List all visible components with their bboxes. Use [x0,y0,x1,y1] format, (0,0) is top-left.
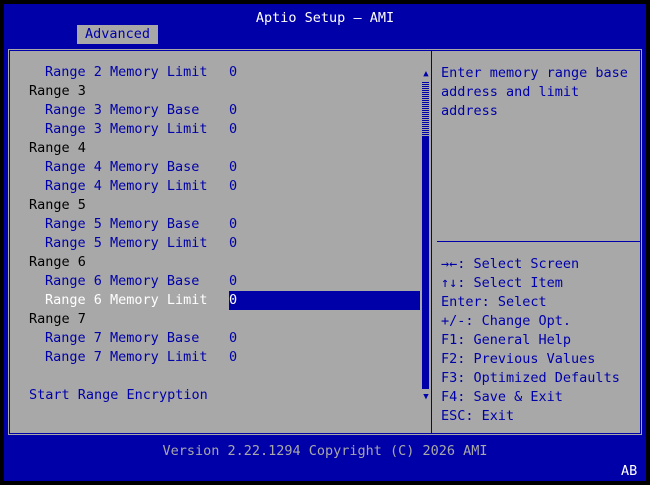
key-hint: F3: Optimized Defaults [441,369,641,388]
section-label: Range 5 [29,197,86,213]
setting-label: Range 2 Memory Limit [45,64,208,80]
section-heading: Range 5 [8,196,428,215]
setting-value[interactable]: 0 [229,272,237,291]
section-label: Range 6 [29,254,86,270]
setting-value[interactable]: 0 [229,120,237,139]
setting-label: Range 7 Memory Base [45,330,200,346]
key-description: : General Help [457,332,572,348]
setting-row[interactable]: Range 7 Memory Base 0 [8,329,428,348]
setting-value[interactable]: 0 [229,177,237,196]
setting-row[interactable]: Range 3 Memory Limit 0 [8,120,428,139]
section-label: Range 4 [29,140,86,156]
setting-label: Range 3 Memory Limit [45,121,208,137]
setting-label: Range 3 Memory Base [45,102,200,118]
key-description: : Select Item [457,275,563,291]
bios-screen: Aptio Setup – AMI Advanced Range 2 Memor… [4,4,646,481]
setting-value[interactable]: 0 [229,291,420,310]
key-description: : Previous Values [457,351,596,367]
key-hint: F1: General Help [441,331,641,350]
key-name: Enter [441,294,482,310]
key-hint: F2: Previous Values [441,350,641,369]
setting-row[interactable]: Range 5 Memory Base 0 [8,215,428,234]
key-description: : Select [481,294,547,310]
key-hint: ESC: Exit [441,407,641,426]
setting-label: Range 5 Memory Limit [45,235,208,251]
setting-label: Range 4 Memory Limit [45,178,208,194]
key-name: F4 [441,389,458,405]
tab-advanced[interactable]: Advanced [77,25,158,44]
scroll-down-icon[interactable]: ▼ [420,391,432,403]
key-hint: →←: Select Screen [441,255,641,274]
scrollbar-thumb[interactable] [422,137,429,389]
setting-value[interactable]: 0 [229,329,237,348]
section-heading: Range 7 [8,310,428,329]
key-description: : Change Opt. [465,313,572,329]
key-hint: F4: Save & Exit [441,388,641,407]
setting-value[interactable]: 0 [229,158,237,177]
key-name: F2 [441,351,458,367]
section-heading: Range 3 [8,82,428,101]
setting-row[interactable]: Range 3 Memory Base 0 [8,101,428,120]
help-divider [437,241,640,242]
setting-label: Range 6 Memory Limit [45,292,208,308]
setting-label: Range 5 Memory Base [45,216,200,232]
scroll-up-icon[interactable]: ▲ [420,68,432,80]
setting-label: Start Range Encryption [29,387,208,403]
setting-label: Range 6 Memory Base [45,273,200,289]
setting-row[interactable]: Range 5 Memory Limit 0 [8,234,428,253]
key-hint: +/-: Change Opt. [441,312,641,331]
setting-value[interactable]: 0 [229,234,237,253]
setting-row[interactable]: Range 4 Memory Base 0 [8,158,428,177]
help-text: address [441,103,498,119]
help-text: Enter memory range base [441,65,628,81]
main-panel: Range 2 Memory Limit 0 Range 3 Range 3 Memo… [8,49,642,435]
section-label: Range 3 [29,83,86,99]
setting-value[interactable]: 0 [229,101,237,120]
help-panel: Enter memory range base address and limi… [441,64,641,121]
status-badge: AB [621,463,638,479]
setting-label: Range 4 Memory Base [45,159,200,175]
key-hint: ↑↓: Select Item [441,274,641,293]
key-description: : Save & Exit [457,389,563,405]
key-name: F1 [441,332,458,348]
section-heading: Range 6 [8,253,428,272]
app-title: Aptio Setup – AMI [255,10,395,26]
setting-value[interactable]: 0 [229,63,237,82]
setting-value[interactable]: 0 [229,215,237,234]
panel-divider [431,50,432,434]
section-label: Range 7 [29,311,86,327]
key-description: : Select Screen [457,256,580,272]
setting-row[interactable]: Range 6 Memory Base 0 [8,272,428,291]
setting-row[interactable]: Range 6 Memory Limit 0 [8,291,428,310]
setting-row[interactable]: Range 2 Memory Limit 0 [8,63,428,82]
section-heading: Range 4 [8,139,428,158]
key-name: F3 [441,370,458,386]
key-hint: Enter: Select [441,293,641,312]
key-description: : Optimized Defaults [457,370,620,386]
setting-row[interactable]: Start Range Encryption [8,386,428,405]
key-name: ESC [441,408,466,424]
key-name: ↑↓ [441,275,458,291]
key-name: →← [441,256,458,272]
setting-value[interactable]: 0 [229,348,237,367]
version-footer: Version 2.22.1294 Copyright (C) 2026 AMI [162,443,488,459]
key-description: : Exit [465,408,515,424]
help-text: address and limit [441,84,580,100]
setting-row[interactable]: Range 4 Memory Limit 0 [8,177,428,196]
scrollbar-track[interactable] [422,81,429,137]
settings-list: Range 2 Memory Limit 0 Range 3 Range 3 Memo… [8,63,428,405]
setting-row[interactable]: Range 7 Memory Limit 0 [8,348,428,367]
key-name: +/- [441,313,466,329]
setting-label: Range 7 Memory Limit [45,349,208,365]
key-legend: →←: Select Screen ↑↓: Select Item Enter: S… [441,255,641,426]
